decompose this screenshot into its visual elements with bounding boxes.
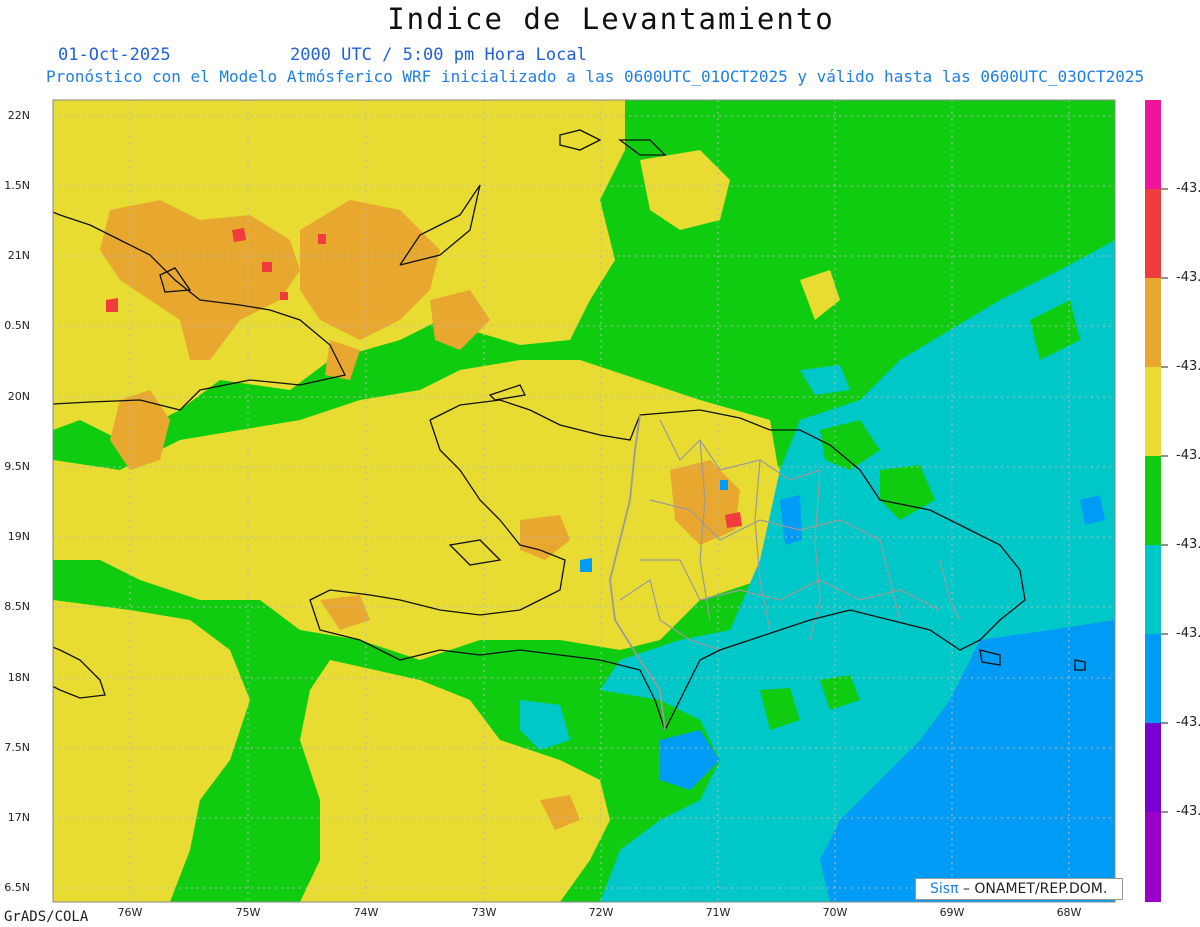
- lat-label: 22N: [7, 109, 30, 122]
- colorbar-label: -43.5: [1176, 537, 1200, 552]
- lat-label: 19N: [7, 530, 30, 543]
- colorbar-segment: [1145, 367, 1161, 456]
- colorbar-segment: [1145, 723, 1161, 812]
- colorbar-label: -43.7: [1176, 715, 1200, 730]
- lat-label: 9.5N: [4, 460, 30, 473]
- colorbar-segment: [1145, 634, 1161, 723]
- colorbar-segment: [1145, 812, 1161, 902]
- colorbar-label: -43.4: [1176, 448, 1200, 463]
- lat-label: 0.5N: [4, 319, 30, 332]
- colorbar-label: -43.6: [1176, 626, 1200, 641]
- lifted-index-map: [52, 99, 1168, 903]
- lat-label: 18N: [7, 671, 30, 684]
- colorbar-label: -43.1: [1176, 181, 1200, 196]
- colorbar: [1145, 100, 1168, 902]
- colorbar-label: -43.2: [1176, 270, 1200, 285]
- credit-sis: Sisπ: [930, 881, 959, 897]
- grads-label: GrADS/COLA: [4, 909, 89, 925]
- colorbar-segment: [1145, 545, 1161, 634]
- lat-label: 7.5N: [4, 741, 30, 754]
- colorbar-segment: [1145, 100, 1161, 189]
- lon-label: 74W: [353, 906, 379, 919]
- lat-label: 1.5N: [4, 179, 30, 192]
- lat-label: 6.5N: [4, 881, 30, 894]
- colorbar-segment: [1145, 278, 1161, 367]
- colorbar-label: -43.3: [1176, 359, 1200, 374]
- lon-label: 71W: [705, 906, 731, 919]
- credit-box: Sisπ – ONAMET/REP.DOM.: [915, 878, 1123, 900]
- credit-org: – ONAMET/REP.DOM.: [962, 881, 1108, 897]
- lat-label: 17N: [7, 811, 30, 824]
- colorbar-label: -43.8: [1176, 804, 1200, 819]
- lat-label: 21N: [7, 249, 30, 262]
- colorbar-segment: [1145, 189, 1161, 278]
- lon-label: 73W: [471, 906, 497, 919]
- lon-label: 72W: [588, 906, 614, 919]
- colorbar-segment: [1145, 456, 1161, 545]
- lon-label: 76W: [117, 906, 143, 919]
- lon-label: 68W: [1056, 906, 1082, 919]
- lat-label: 20N: [7, 390, 30, 403]
- lon-label: 69W: [939, 906, 965, 919]
- lon-label: 75W: [235, 906, 261, 919]
- lat-label: 8.5N: [4, 600, 30, 613]
- lon-label: 70W: [822, 906, 848, 919]
